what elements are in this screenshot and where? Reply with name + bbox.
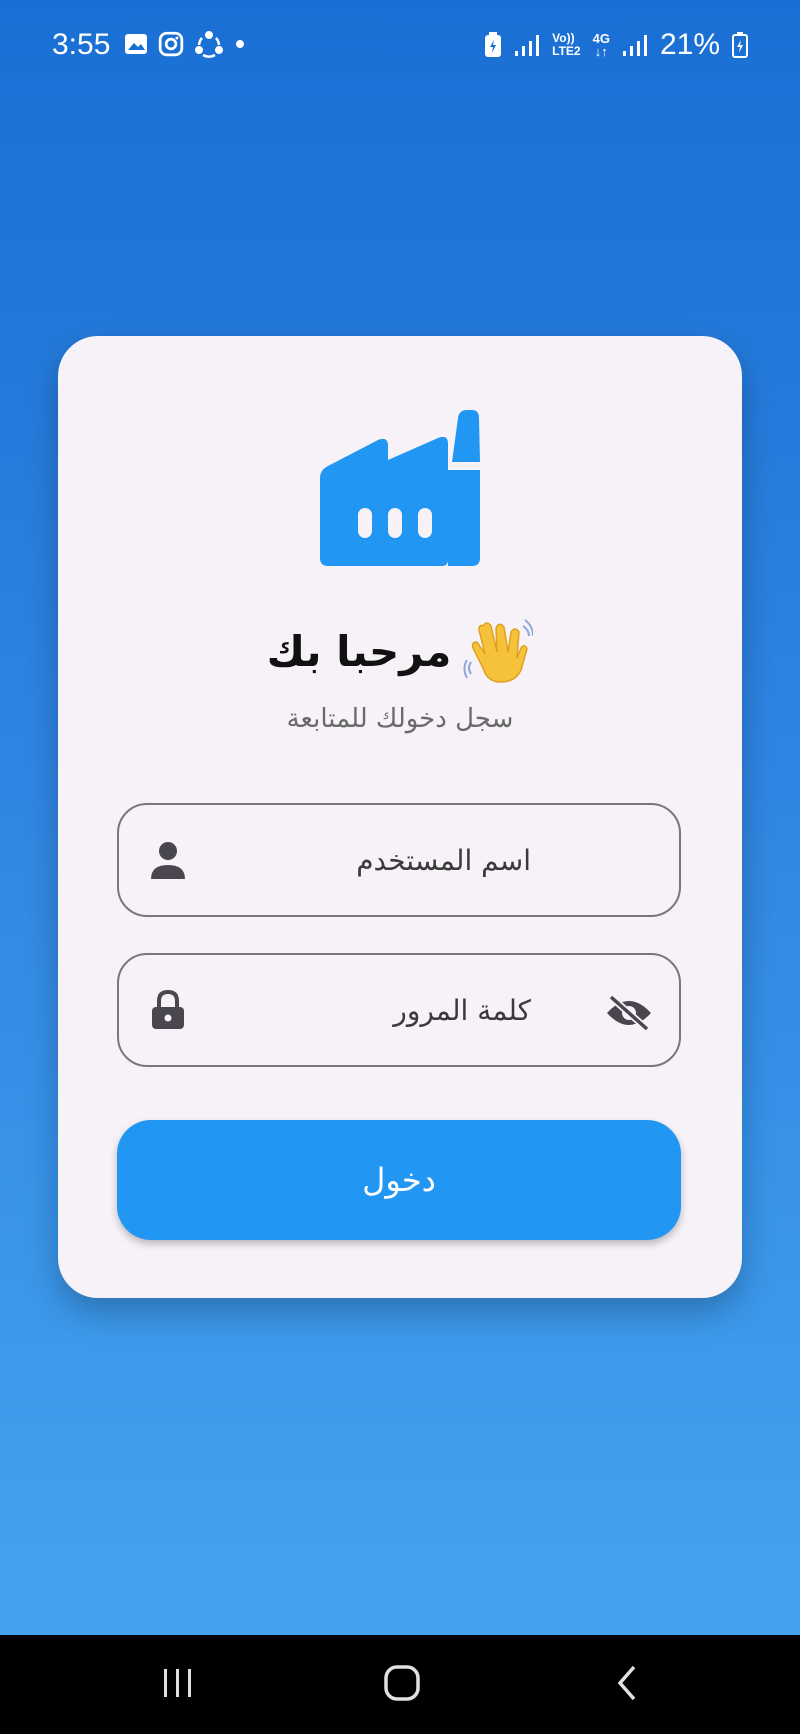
- welcome-subtitle: سجل دخولك للمتابعة: [286, 704, 514, 734]
- status-time: 3:55: [52, 28, 111, 61]
- welcome-title-row: مرحبا بك: [0, 618, 800, 684]
- dot-icon: [236, 40, 244, 48]
- battery-icon: [732, 32, 748, 58]
- gallery-icon: [125, 34, 147, 54]
- password-input[interactable]: [199, 955, 531, 1065]
- recent-apps-icon[interactable]: [160, 1663, 196, 1703]
- signal-icon: [515, 35, 540, 56]
- status-left-icons: [124, 30, 246, 58]
- waving-hand-icon: [463, 619, 534, 683]
- home-icon[interactable]: [382, 1663, 422, 1703]
- data-arrows-icon: ↓↑: [594, 44, 608, 59]
- lte-indicator: Vo)) LTE2: [552, 32, 580, 58]
- login-button[interactable]: دخول: [117, 1120, 681, 1240]
- person-icon: [151, 842, 185, 879]
- 4g-indicator: 4G ↓↑: [593, 32, 610, 58]
- instagram-icon: [158, 31, 184, 57]
- lte-bottom: LTE2: [552, 44, 581, 58]
- password-field[interactable]: [117, 953, 681, 1067]
- username-input[interactable]: [199, 805, 531, 915]
- signal-icon: [622, 35, 647, 56]
- back-icon[interactable]: [612, 1663, 642, 1703]
- username-field[interactable]: [117, 803, 681, 917]
- share-icon: [195, 31, 223, 58]
- lock-icon: [152, 989, 184, 1029]
- welcome-title: مرحبا بك: [266, 626, 452, 676]
- status-right-icons: Vo)) LTE2 4G ↓↑ 21%: [484, 28, 748, 62]
- eye-off-icon[interactable]: [605, 993, 653, 1033]
- navigation-bar: [0, 1635, 800, 1734]
- battery-percent: 21%: [659, 28, 720, 61]
- battery-saver-icon: [485, 32, 502, 57]
- factory-icon: [320, 410, 480, 566]
- status-bar: 3:55 Vo)) LTE2 4G ↓↑ 21%: [0, 0, 800, 92]
